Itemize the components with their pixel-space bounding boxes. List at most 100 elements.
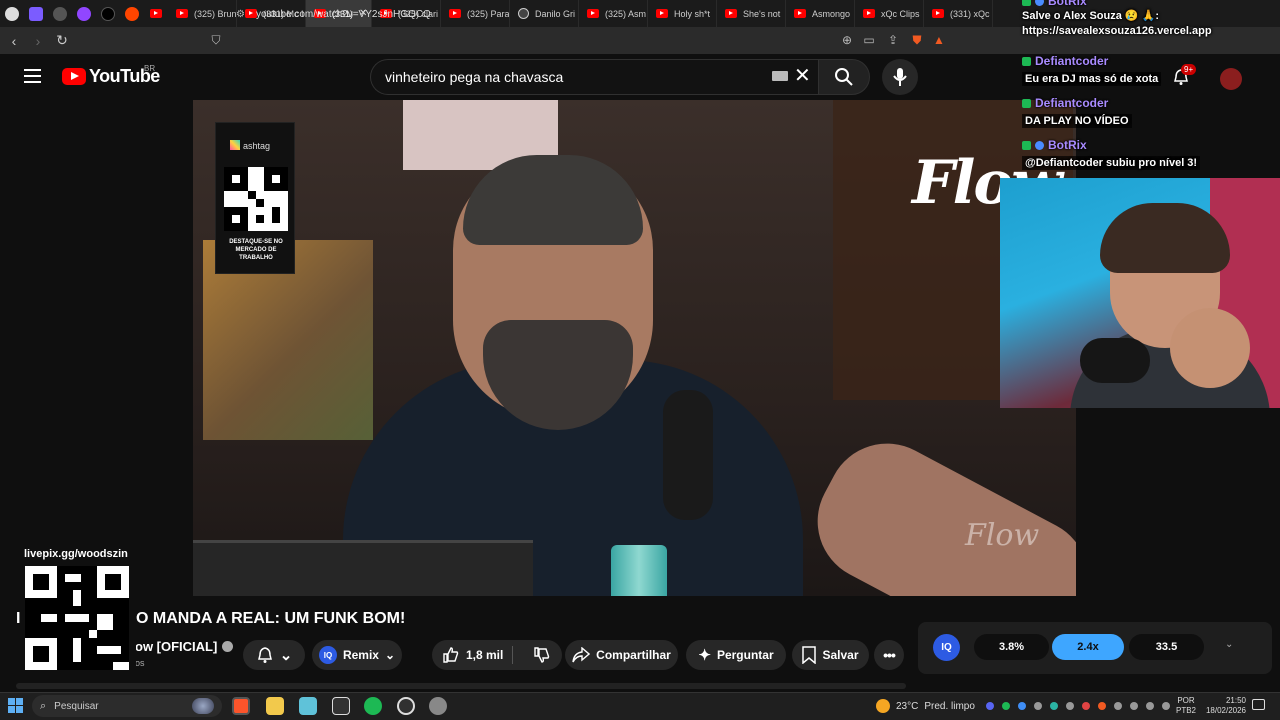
- spotify-icon[interactable]: [364, 697, 382, 715]
- tray-icon[interactable]: [1130, 702, 1138, 710]
- bluetooth-tray-icon[interactable]: [1018, 702, 1026, 710]
- share-icon: [572, 647, 591, 663]
- clear-search-icon[interactable]: ✕: [794, 66, 811, 86]
- channel-name[interactable]: ow [OFICIAL]: [135, 639, 234, 654]
- tray-icon[interactable]: [1050, 702, 1058, 710]
- menu-icon[interactable]: [24, 69, 41, 83]
- microphone-icon: [893, 68, 907, 86]
- chat-message: BotRix @Defiantcoder subiu pro nível 3!: [1022, 138, 1272, 170]
- channel-name-text: ow [OFICIAL]: [135, 639, 218, 654]
- like-dislike-button[interactable]: 1,8 mil: [432, 640, 562, 670]
- voice-search-button[interactable]: [882, 59, 918, 95]
- volume-icon[interactable]: [1146, 702, 1154, 710]
- pinned-tab[interactable]: [24, 0, 48, 27]
- pinned-tab[interactable]: [96, 0, 120, 27]
- taskbar-search[interactable]: ⌕ Pesquisar: [32, 695, 222, 717]
- brave-rewards-icon[interactable]: ▲: [931, 32, 947, 48]
- obs-icon[interactable]: [397, 697, 415, 715]
- share-icon[interactable]: ⇪: [885, 32, 901, 48]
- search-query: vinheteiro pega na chavasca: [385, 69, 564, 85]
- search-button[interactable]: [818, 59, 870, 95]
- chevron-down-icon[interactable]: ⌄: [1225, 639, 1233, 650]
- lang-line-2: PTB2: [1176, 706, 1197, 715]
- keyboard-language[interactable]: POR PTB2: [1176, 696, 1196, 716]
- streamer-microphone: [1080, 338, 1150, 383]
- mod-badge-icon: [1022, 56, 1031, 66]
- youtube-icon: [176, 9, 188, 18]
- notification-center-icon[interactable]: [1252, 699, 1265, 710]
- livepix-url: livepix.gg/woodszin: [24, 548, 128, 560]
- tray-icon[interactable]: [1066, 702, 1074, 710]
- like-count: 1,8 mil: [466, 648, 504, 662]
- app-icon[interactable]: [429, 697, 447, 715]
- url-bar[interactable]: ⚙ youtube.com/watch?v=VY2sJnHGQCQ: [230, 4, 955, 24]
- chat-username-text: Defiantcoder: [1035, 96, 1109, 110]
- app-icon: [77, 6, 91, 21]
- speed-option[interactable]: 3.8%: [974, 634, 1049, 660]
- search-icon: [835, 68, 853, 86]
- thumbs-down-icon[interactable]: [533, 646, 551, 664]
- pinned-tab[interactable]: [48, 0, 72, 27]
- tray-icon[interactable]: [1098, 702, 1106, 710]
- chat-message: Defiantcoder Eu era DJ mas só de xota: [1022, 54, 1272, 86]
- youtube-icon: [150, 9, 162, 18]
- share-label: Compartilhar: [596, 648, 671, 662]
- brave-shield-icon[interactable]: ⛊: [909, 32, 925, 48]
- tab[interactable]: (325) Brun: [168, 0, 237, 27]
- title-text: RO MANDA A REAL: UM FUNK BOM!: [124, 610, 406, 627]
- app-icon[interactable]: [332, 697, 350, 715]
- chevron-down-icon: ⌄: [279, 646, 293, 664]
- microphone-tray-icon[interactable]: [1114, 702, 1122, 710]
- pinned-tab[interactable]: [72, 0, 96, 27]
- tray-icon[interactable]: [1034, 702, 1042, 710]
- discord-tray-icon[interactable]: [986, 702, 994, 710]
- drink-can: [611, 545, 667, 596]
- speed-option[interactable]: 33.5: [1129, 634, 1204, 660]
- site-info-icon[interactable]: ⚙: [236, 9, 245, 20]
- mod-badge-icon: [1022, 0, 1031, 6]
- system-clock[interactable]: 21:50 18/02/2026: [1200, 696, 1246, 716]
- tray-icon[interactable]: [1082, 702, 1090, 710]
- file-explorer-icon[interactable]: [266, 697, 284, 715]
- chat-username: BotRix: [1022, 0, 1272, 8]
- battery-icon[interactable]: [1162, 702, 1170, 710]
- search-input[interactable]: vinheteiro pega na chavasca: [370, 59, 818, 95]
- speed-option-active[interactable]: 2.4x: [1052, 634, 1124, 660]
- ask-button[interactable]: ✦ Perguntar: [686, 640, 786, 670]
- more-actions-button[interactable]: •••: [874, 640, 904, 670]
- forward-icon[interactable]: ›: [28, 31, 48, 51]
- chat-text: https://savealexsouza126.vercel.app: [1022, 25, 1212, 37]
- bookmark-icon[interactable]: ⛉: [208, 32, 224, 48]
- pinned-tab[interactable]: [144, 0, 168, 27]
- share-button[interactable]: Compartilhar: [565, 640, 678, 670]
- chat-text: @Defiantcoder subiu pro nível 3!: [1022, 156, 1201, 170]
- verified-badge-icon: [1035, 140, 1044, 150]
- spotify-tray-icon[interactable]: [1002, 702, 1010, 710]
- remix-button[interactable]: IQ Remix ⌄: [312, 640, 402, 670]
- thumbs-up-icon: [443, 647, 459, 663]
- reddit-icon: [125, 6, 139, 21]
- keyboard-icon[interactable]: [772, 71, 788, 81]
- laptop: [193, 540, 533, 596]
- weather-icon: [876, 699, 890, 713]
- windows-start-icon[interactable]: [8, 698, 24, 714]
- subscribe-notification-button[interactable]: ⌄: [243, 640, 305, 670]
- brave-app-icon[interactable]: [232, 697, 250, 715]
- chat-username-text: BotRix: [1048, 0, 1087, 8]
- streamer-hand: [1170, 308, 1250, 388]
- weather-widget[interactable]: 23°C Pred. limpo: [876, 699, 975, 713]
- country-code: BR: [144, 64, 156, 73]
- pinned-tab[interactable]: [0, 0, 24, 27]
- youtube-logo-icon: [62, 68, 86, 85]
- pinned-tab[interactable]: [120, 0, 144, 27]
- reload-icon[interactable]: ↻: [52, 31, 72, 51]
- weather-desc: Pred. limpo: [924, 700, 975, 712]
- cast-icon[interactable]: ▭: [861, 32, 877, 48]
- qr-code-icon: [224, 167, 288, 231]
- zoom-icon[interactable]: ⊕: [839, 32, 855, 48]
- horizontal-scrollbar[interactable]: [16, 683, 906, 689]
- app-icon[interactable]: [299, 697, 317, 715]
- back-icon[interactable]: ‹: [4, 31, 24, 51]
- save-button[interactable]: Salvar: [792, 640, 869, 670]
- iq-icon[interactable]: IQ: [933, 634, 960, 661]
